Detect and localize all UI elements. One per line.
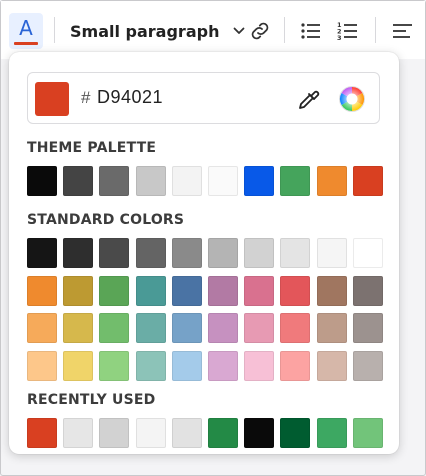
color-swatch[interactable] [63,351,93,381]
color-swatch[interactable] [63,166,93,196]
text-style-label: Small paragraph [70,21,220,41]
font-color-icon: A [19,16,33,40]
chevron-down-icon [233,24,245,38]
svg-text:3: 3 [337,34,342,42]
color-swatch[interactable] [27,313,57,343]
color-swatch[interactable] [280,418,310,448]
color-swatch[interactable] [280,351,310,381]
hex-input-row: # D94021 [27,72,380,124]
color-swatch[interactable] [353,313,383,343]
toolbar-divider [54,17,55,43]
color-swatch[interactable] [136,166,166,196]
color-swatch[interactable] [317,238,347,268]
color-swatch[interactable] [208,313,238,343]
color-swatch[interactable] [172,313,202,343]
font-color-indicator [14,42,38,45]
color-swatch[interactable] [172,238,202,268]
color-swatch[interactable] [136,351,166,381]
color-swatch[interactable] [208,418,238,448]
color-swatch[interactable] [208,238,238,268]
color-swatch[interactable] [99,276,129,306]
text-style-dropdown[interactable]: Small paragraph [70,19,245,43]
color-swatch[interactable] [63,418,93,448]
color-swatch[interactable] [244,313,274,343]
color-swatch[interactable] [27,351,57,381]
color-swatch[interactable] [27,418,57,448]
color-swatch[interactable] [317,166,347,196]
color-swatch[interactable] [63,276,93,306]
color-swatch[interactable] [63,238,93,268]
color-swatch[interactable] [353,276,383,306]
color-swatch[interactable] [27,166,57,196]
color-swatch[interactable] [136,313,166,343]
color-swatch[interactable] [136,418,166,448]
color-swatch[interactable] [99,166,129,196]
color-swatch[interactable] [172,351,202,381]
hex-color-input[interactable]: D94021 [97,87,163,108]
color-swatch[interactable] [208,351,238,381]
color-swatch[interactable] [63,313,93,343]
recently-used-heading: RECENTLY USED [27,392,156,408]
bullet-list-icon[interactable] [299,19,323,43]
toolbar-divider [375,17,376,43]
color-swatch[interactable] [280,238,310,268]
align-left-icon[interactable] [391,19,415,43]
color-swatch[interactable] [317,351,347,381]
theme-palette-heading: THEME PALETTE [27,140,157,156]
editor-toolbar: A Small paragraph 123 [1,1,425,59]
color-swatch[interactable] [280,313,310,343]
color-swatch[interactable] [244,238,274,268]
link-icon[interactable] [248,19,272,43]
font-color-button[interactable]: A [9,13,43,49]
color-swatch[interactable] [353,351,383,381]
color-swatch[interactable] [317,276,347,306]
color-swatch[interactable] [172,166,202,196]
color-swatch[interactable] [99,313,129,343]
color-swatch[interactable] [244,351,274,381]
hex-hash-prefix: # [81,88,91,107]
color-swatch[interactable] [244,418,274,448]
numbered-list-icon[interactable]: 123 [336,19,360,43]
color-swatch[interactable] [27,276,57,306]
color-swatch[interactable] [353,418,383,448]
color-swatch[interactable] [99,238,129,268]
color-swatch[interactable] [99,351,129,381]
color-swatch[interactable] [208,166,238,196]
color-swatch[interactable] [27,238,57,268]
color-swatch[interactable] [208,276,238,306]
eyedropper-icon[interactable] [296,86,322,112]
color-swatch[interactable] [172,276,202,306]
standard-colors-heading: STANDARD COLORS [27,212,185,228]
toolbar-divider [284,17,285,43]
color-swatch[interactable] [353,238,383,268]
color-swatch[interactable] [136,238,166,268]
color-swatch[interactable] [317,313,347,343]
color-swatch[interactable] [280,166,310,196]
color-swatch[interactable] [353,166,383,196]
color-swatch[interactable] [244,166,274,196]
color-swatch[interactable] [136,276,166,306]
color-swatch[interactable] [244,276,274,306]
color-swatch[interactable] [317,418,347,448]
color-swatch[interactable] [172,418,202,448]
color-swatch[interactable] [280,276,310,306]
color-picker-popover: # D94021 THEME PALETTE STANDARD COLORS R… [9,52,399,454]
color-wheel-icon[interactable] [338,85,366,113]
current-color-swatch [35,82,69,116]
color-swatch[interactable] [99,418,129,448]
